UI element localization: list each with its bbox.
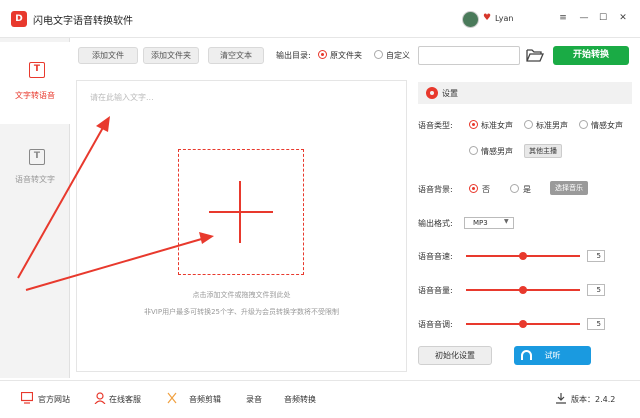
voice-option-label: 标准女声 bbox=[481, 121, 513, 130]
app-title: 闪电文字语音转换软件 bbox=[33, 16, 133, 27]
vip-heart-icon: ♥ bbox=[483, 13, 492, 23]
sidebar-item-label: 语音转文字 bbox=[15, 175, 55, 184]
volume-value[interactable]: 5 bbox=[587, 284, 605, 296]
output-path-input[interactable] bbox=[418, 46, 520, 65]
close-icon[interactable]: ✕ bbox=[615, 10, 631, 26]
speed-value[interactable]: 5 bbox=[587, 250, 605, 262]
volume-label: 语音音量: bbox=[418, 286, 453, 295]
add-folder-button[interactable]: 添加文件夹 bbox=[143, 47, 199, 64]
vip-hint: 非VIP用户最多可转换25个字、升级为会员转换字数将不受限制 bbox=[144, 308, 339, 316]
voice-option-label: 情感男声 bbox=[481, 147, 513, 156]
radio-voice-standard-male[interactable] bbox=[524, 120, 533, 129]
support-icon bbox=[94, 392, 106, 404]
other-anchor-button[interactable]: 其他主播 bbox=[524, 144, 562, 158]
speed-label: 语音音速: bbox=[418, 252, 453, 261]
app-logo-icon: D bbox=[11, 11, 27, 27]
pitch-slider-handle[interactable] bbox=[519, 320, 527, 328]
pitch-value[interactable]: 5 bbox=[587, 318, 605, 330]
audio-convert-link[interactable]: 音频转换 bbox=[284, 394, 316, 405]
background-option-label: 是 bbox=[523, 185, 531, 194]
drop-hint: 点击添加文件或拖拽文件到此处 bbox=[192, 291, 291, 299]
maximize-icon[interactable]: ☐ bbox=[595, 10, 611, 26]
folder-open-icon[interactable] bbox=[526, 48, 544, 62]
background-option-label: 否 bbox=[482, 185, 490, 194]
gear-icon bbox=[426, 87, 438, 99]
radio-background-no[interactable] bbox=[469, 184, 478, 193]
sidebar-item-text-to-speech[interactable]: T 文字转语音 bbox=[0, 42, 70, 124]
minimize-icon[interactable]: — bbox=[576, 10, 592, 26]
format-label: 输出格式: bbox=[418, 219, 453, 228]
sidebar-item-speech-to-text[interactable]: T 语音转文字 bbox=[0, 134, 70, 216]
radio-voice-emotional-female[interactable] bbox=[579, 120, 588, 129]
radio-voice-standard-female[interactable] bbox=[469, 120, 478, 129]
voice-type-label: 语音类型: bbox=[418, 121, 453, 130]
download-icon bbox=[556, 393, 566, 404]
audio-cut-icon bbox=[167, 392, 177, 404]
radio-original-folder[interactable] bbox=[318, 50, 327, 59]
official-website-link[interactable]: 官方网站 bbox=[38, 394, 70, 405]
start-convert-button[interactable]: 开始转换 bbox=[553, 46, 629, 65]
radio-custom-folder[interactable] bbox=[374, 50, 383, 59]
settings-title: 设置 bbox=[442, 89, 458, 98]
output-dir-label: 输出目录: bbox=[276, 51, 311, 60]
radio-voice-emotional-male[interactable] bbox=[469, 146, 478, 155]
clear-text-button[interactable]: 清空文本 bbox=[208, 47, 264, 64]
radio-original-folder-label: 原文件夹 bbox=[330, 51, 362, 60]
radio-custom-folder-label: 自定义 bbox=[386, 51, 410, 60]
chevron-down-icon[interactable]: ▼ bbox=[504, 218, 509, 225]
text-to-speech-icon: T bbox=[29, 62, 45, 78]
version-label: 版本：2.4.2 bbox=[571, 395, 616, 404]
add-plus-icon[interactable] bbox=[209, 211, 273, 213]
background-label: 语音背景: bbox=[418, 185, 453, 194]
add-plus-icon-vertical[interactable] bbox=[239, 181, 241, 243]
reset-settings-button[interactable]: 初始化设置 bbox=[418, 346, 492, 365]
add-file-button[interactable]: 添加文件 bbox=[78, 47, 138, 64]
voice-option-label: 情感女声 bbox=[591, 121, 623, 130]
speed-slider-handle[interactable] bbox=[519, 252, 527, 260]
user-name[interactable]: Lyan bbox=[495, 14, 513, 23]
pitch-label: 语音音调: bbox=[418, 320, 453, 329]
volume-slider-handle[interactable] bbox=[519, 286, 527, 294]
choose-music-button[interactable]: 选择音乐 bbox=[550, 181, 588, 195]
editor-placeholder: 请在此输入文字... bbox=[90, 93, 154, 102]
monitor-icon bbox=[21, 392, 33, 404]
online-support-link[interactable]: 在线客服 bbox=[109, 394, 141, 405]
avatar[interactable] bbox=[462, 11, 479, 28]
voice-option-label: 标准男声 bbox=[536, 121, 568, 130]
headphone-icon bbox=[521, 350, 532, 360]
sidebar-item-label: 文字转语音 bbox=[15, 91, 55, 100]
radio-background-yes[interactable] bbox=[510, 184, 519, 193]
record-link[interactable]: 录音 bbox=[246, 394, 262, 405]
speech-to-text-icon: T bbox=[29, 149, 45, 165]
sidebar: T 文字转语音 T 语音转文字 bbox=[0, 38, 70, 378]
menu-icon[interactable]: ≡ bbox=[555, 10, 571, 26]
audio-cut-link[interactable]: 音频剪辑 bbox=[189, 394, 221, 405]
